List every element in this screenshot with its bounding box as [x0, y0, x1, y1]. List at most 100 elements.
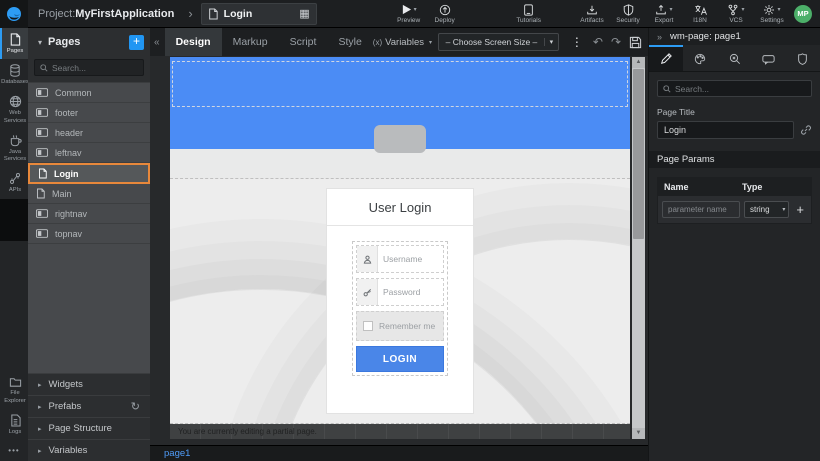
rail-item-pages[interactable]: Pages	[0, 28, 28, 59]
page-item-footer[interactable]: footer	[28, 103, 150, 123]
rail-item-apis[interactable]: APIs	[0, 167, 28, 198]
undo-button[interactable]: ↶	[589, 35, 607, 49]
password-input[interactable]	[378, 279, 443, 305]
wavemaker-logo-icon[interactable]	[0, 0, 28, 28]
canvas-scrollbar[interactable]: ▲ ▼	[632, 57, 645, 439]
grid-icon[interactable]: ▦	[299, 7, 309, 20]
settings-button[interactable]: ▾ Settings	[754, 0, 790, 28]
type-column-header: Type	[736, 182, 794, 192]
tab-properties[interactable]	[649, 45, 683, 71]
section-variables[interactable]: ▸ Variables	[28, 439, 150, 461]
remember-me-row[interactable]: Remember me	[356, 311, 444, 341]
rail-item-java-services[interactable]: Java Services	[0, 129, 28, 167]
section-page-structure[interactable]: ▸ Page Structure	[28, 417, 150, 439]
pages-icon	[9, 33, 21, 46]
tab-outline[interactable]	[786, 45, 820, 71]
param-row: string ▾ +	[658, 196, 811, 223]
variables-icon: (x)	[373, 38, 382, 47]
page-item-login[interactable]: Login	[28, 163, 150, 184]
page-item-header[interactable]: header	[28, 123, 150, 143]
file-tab-page1[interactable]: page1	[150, 448, 204, 459]
inspector-tabs	[649, 45, 820, 72]
vcs-button[interactable]: ▾ VCS	[718, 0, 754, 28]
i18n-button[interactable]: I18N	[682, 0, 718, 28]
add-param-button[interactable]: +	[793, 202, 807, 217]
param-type-select[interactable]: string ▾	[744, 201, 789, 218]
canvas-subheader-block[interactable]	[170, 109, 630, 149]
save-button[interactable]	[625, 36, 648, 49]
open-page-tab[interactable]: Login ▦	[201, 3, 317, 25]
chevron-right-icon: ›	[188, 6, 192, 21]
editor-toolbar: « Design Markup Script Style (x) Variabl…	[150, 28, 648, 56]
canvas-band[interactable]	[170, 149, 630, 179]
tab-script[interactable]: Script	[279, 28, 328, 56]
export-button[interactable]: ▾ Export	[646, 0, 682, 28]
expand-triangle-icon: ▸	[38, 425, 42, 433]
canvas-header-block[interactable]	[170, 59, 630, 109]
rail-item-file-explorer[interactable]: File Explorer	[0, 371, 28, 408]
add-page-button[interactable]: +	[129, 35, 144, 50]
bind-link-icon[interactable]	[800, 124, 812, 136]
logo-placeholder[interactable]	[374, 125, 426, 153]
pages-search[interactable]	[34, 59, 144, 76]
more-menu-icon[interactable]: ⋮	[565, 35, 589, 49]
scroll-down-icon[interactable]: ▼	[632, 428, 645, 439]
collapse-left-panel-icon[interactable]: «	[150, 37, 165, 48]
properties-search[interactable]	[657, 80, 812, 97]
scrollbar-thumb[interactable]	[633, 69, 644, 239]
tab-markup[interactable]: Markup	[222, 28, 279, 56]
properties-search-input[interactable]	[675, 84, 806, 94]
page-item-topnav[interactable]: topnav	[28, 224, 150, 244]
artifacts-button[interactable]: Artifacts	[574, 0, 610, 28]
username-row[interactable]	[356, 245, 444, 273]
collapse-right-panel-icon[interactable]: »	[657, 32, 662, 42]
page-item-leftnav[interactable]: leftnav	[28, 143, 150, 163]
remember-me-checkbox[interactable]	[363, 321, 373, 331]
tab-messages[interactable]	[752, 45, 786, 71]
param-name-input[interactable]	[662, 201, 740, 218]
page-params-table: Name Type string ▾ +	[657, 177, 812, 224]
rail-item-databases[interactable]: Databases	[0, 59, 28, 90]
collapse-triangle-icon[interactable]: ▾	[38, 38, 42, 47]
security-button[interactable]: Security	[610, 0, 646, 28]
more-options-icon[interactable]: •••	[0, 440, 28, 461]
screen-size-select[interactable]: – Choose Screen Size – ▾	[438, 33, 559, 51]
tutorials-button[interactable]: Tutorials	[511, 0, 547, 28]
partial-icon	[36, 209, 48, 218]
canvas-footer-block[interactable]: You are currently editing a partial page…	[170, 424, 630, 439]
username-input[interactable]	[378, 246, 443, 272]
pages-search-input[interactable]	[52, 63, 138, 73]
login-button[interactable]: LOGIN	[356, 346, 444, 372]
rail-separator	[0, 199, 28, 241]
page-item-main[interactable]: Main	[28, 184, 150, 204]
page-icon	[38, 168, 47, 179]
tab-locate[interactable]	[717, 45, 751, 71]
refresh-icon[interactable]: ↻	[131, 400, 140, 413]
user-icon	[357, 246, 378, 272]
tab-design[interactable]: Design	[165, 28, 222, 56]
section-widgets[interactable]: ▸ Widgets	[28, 373, 150, 395]
canvas-content[interactable]: User Login Remember me	[170, 179, 630, 424]
login-form[interactable]: Remember me LOGIN	[352, 241, 448, 376]
scroll-up-icon[interactable]: ▲	[632, 57, 645, 68]
rail-item-logs[interactable]: Logs	[0, 409, 28, 440]
user-avatar[interactable]: MP	[794, 5, 812, 23]
variables-menu[interactable]: (x) Variables ▾	[373, 37, 432, 48]
preview-button[interactable]: ▾ Preview	[391, 0, 427, 28]
rail-item-web-services[interactable]: Web Services	[0, 90, 28, 128]
tab-styles[interactable]	[683, 45, 717, 71]
section-prefabs[interactable]: ▸ Prefabs ↻	[28, 395, 150, 417]
inspector-title: wm-page: page1	[670, 31, 741, 42]
redo-button[interactable]: ↷	[607, 35, 625, 49]
page-canvas[interactable]: User Login Remember me	[170, 57, 630, 439]
login-card[interactable]: User Login Remember me	[326, 188, 474, 414]
page-title-input[interactable]	[657, 121, 794, 139]
page-params-section[interactable]: Page Params	[649, 151, 820, 168]
deploy-button[interactable]: Deploy	[427, 0, 463, 28]
page-title-label: Page Title	[657, 107, 812, 117]
password-row[interactable]	[356, 278, 444, 306]
page-item-common[interactable]: Common	[28, 83, 150, 103]
page-item-rightnav[interactable]: rightnav	[28, 204, 150, 224]
design-canvas-area: User Login Remember me	[150, 56, 648, 445]
tab-style[interactable]: Style	[327, 28, 372, 56]
